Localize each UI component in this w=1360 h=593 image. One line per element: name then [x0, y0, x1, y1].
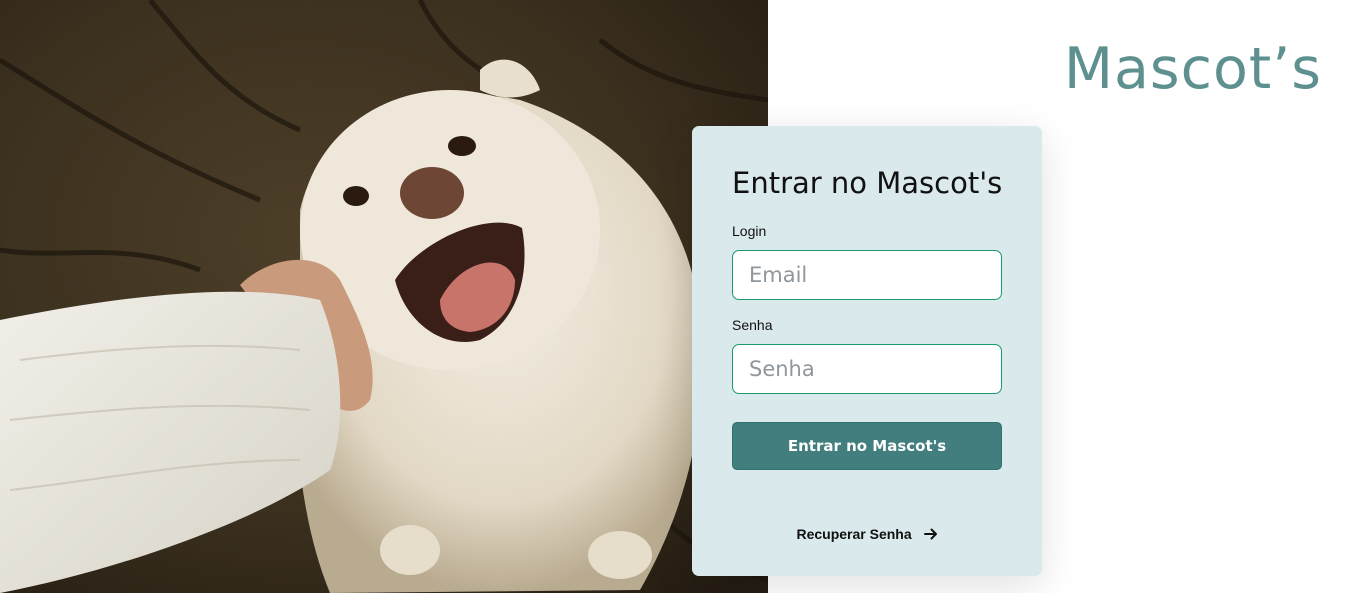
brand-logo: Mascot’s: [1063, 36, 1322, 102]
dog-photo-illustration: [0, 0, 768, 593]
password-label: Senha: [732, 317, 773, 333]
login-card-title: Entrar no Mascot's: [732, 166, 1003, 200]
login-label: Login: [732, 223, 767, 239]
login-submit-button[interactable]: Entrar no Mascot's: [732, 422, 1002, 470]
login-card: Entrar no Mascot's Login Senha Entrar no…: [692, 126, 1042, 576]
recover-password-label: Recuperar Senha: [796, 526, 912, 542]
arrow-right-icon: [923, 527, 938, 544]
password-field[interactable]: [732, 344, 1002, 394]
hero-dog-photo: [0, 0, 768, 593]
email-field[interactable]: [732, 250, 1002, 300]
recover-password-link[interactable]: Recuperar Senha: [692, 526, 1042, 544]
